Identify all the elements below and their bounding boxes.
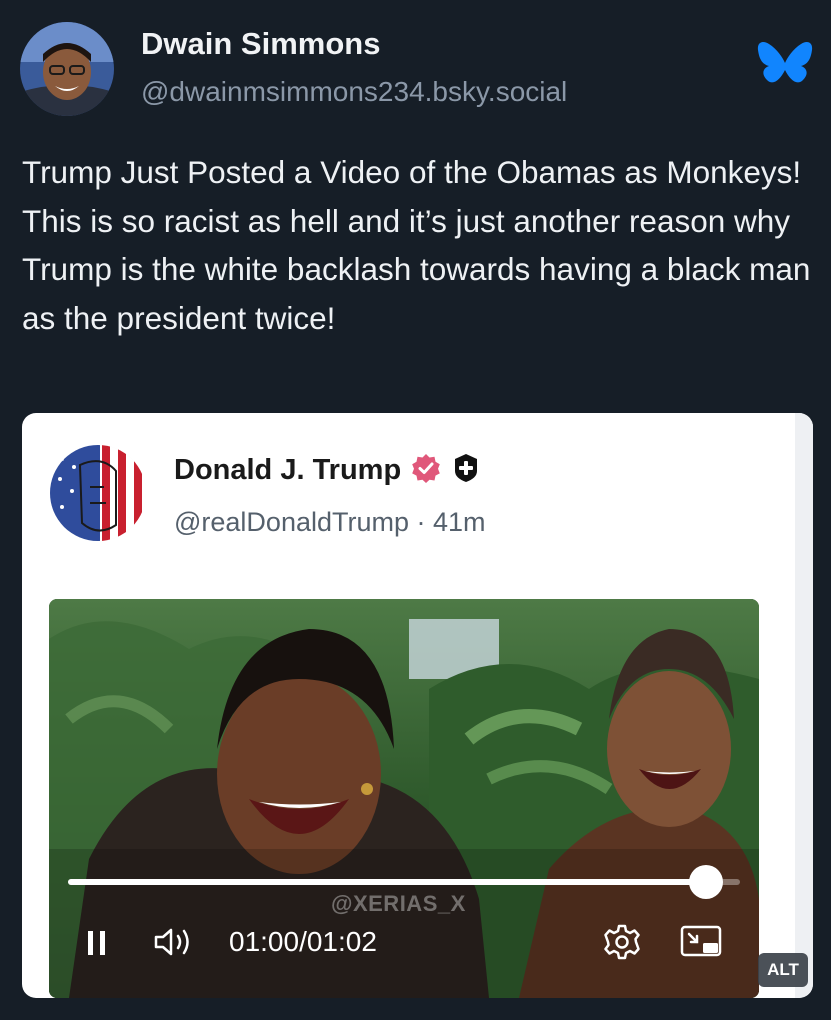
alt-text-badge[interactable]: ALT xyxy=(758,953,808,987)
bluesky-butterfly-icon xyxy=(757,40,813,90)
quoted-author-avatar[interactable] xyxy=(50,445,146,541)
author-handle[interactable]: @dwainmsimmons234.bsky.social xyxy=(141,76,567,108)
time-readout: 01:00/01:02 xyxy=(229,926,377,957)
author-name[interactable]: Dwain Simmons xyxy=(141,26,380,62)
pause-icon[interactable] xyxy=(85,929,109,957)
progress-fill xyxy=(68,879,707,885)
gear-icon[interactable] xyxy=(604,924,640,960)
author-avatar[interactable] xyxy=(20,22,114,116)
post-screen: Dwain Simmons @dwainmsimmons234.bsky.soc… xyxy=(0,0,831,1020)
quoted-handle-time: @realDonaldTrump · 41m xyxy=(174,507,486,537)
volume-icon[interactable] xyxy=(153,925,195,959)
picture-in-picture-icon[interactable] xyxy=(680,925,724,959)
plus-badge-icon xyxy=(451,453,481,488)
card-edge xyxy=(795,413,813,998)
video-player[interactable]: @XERIAS_X 01:00/01:02 xyxy=(49,599,759,998)
quoted-author-row: Donald J. Trump xyxy=(174,453,481,488)
video-watermark: @XERIAS_X xyxy=(331,891,466,916)
verified-badge-icon xyxy=(411,453,441,488)
quoted-author-name[interactable]: Donald J. Trump xyxy=(174,454,401,487)
post-text: Trump Just Posted a Video of the Obamas … xyxy=(22,154,811,336)
progress-bar[interactable] xyxy=(68,865,740,899)
quoted-post-card[interactable]: Donald J. Trump @realDonaldTrump · 41m @… xyxy=(22,413,813,998)
